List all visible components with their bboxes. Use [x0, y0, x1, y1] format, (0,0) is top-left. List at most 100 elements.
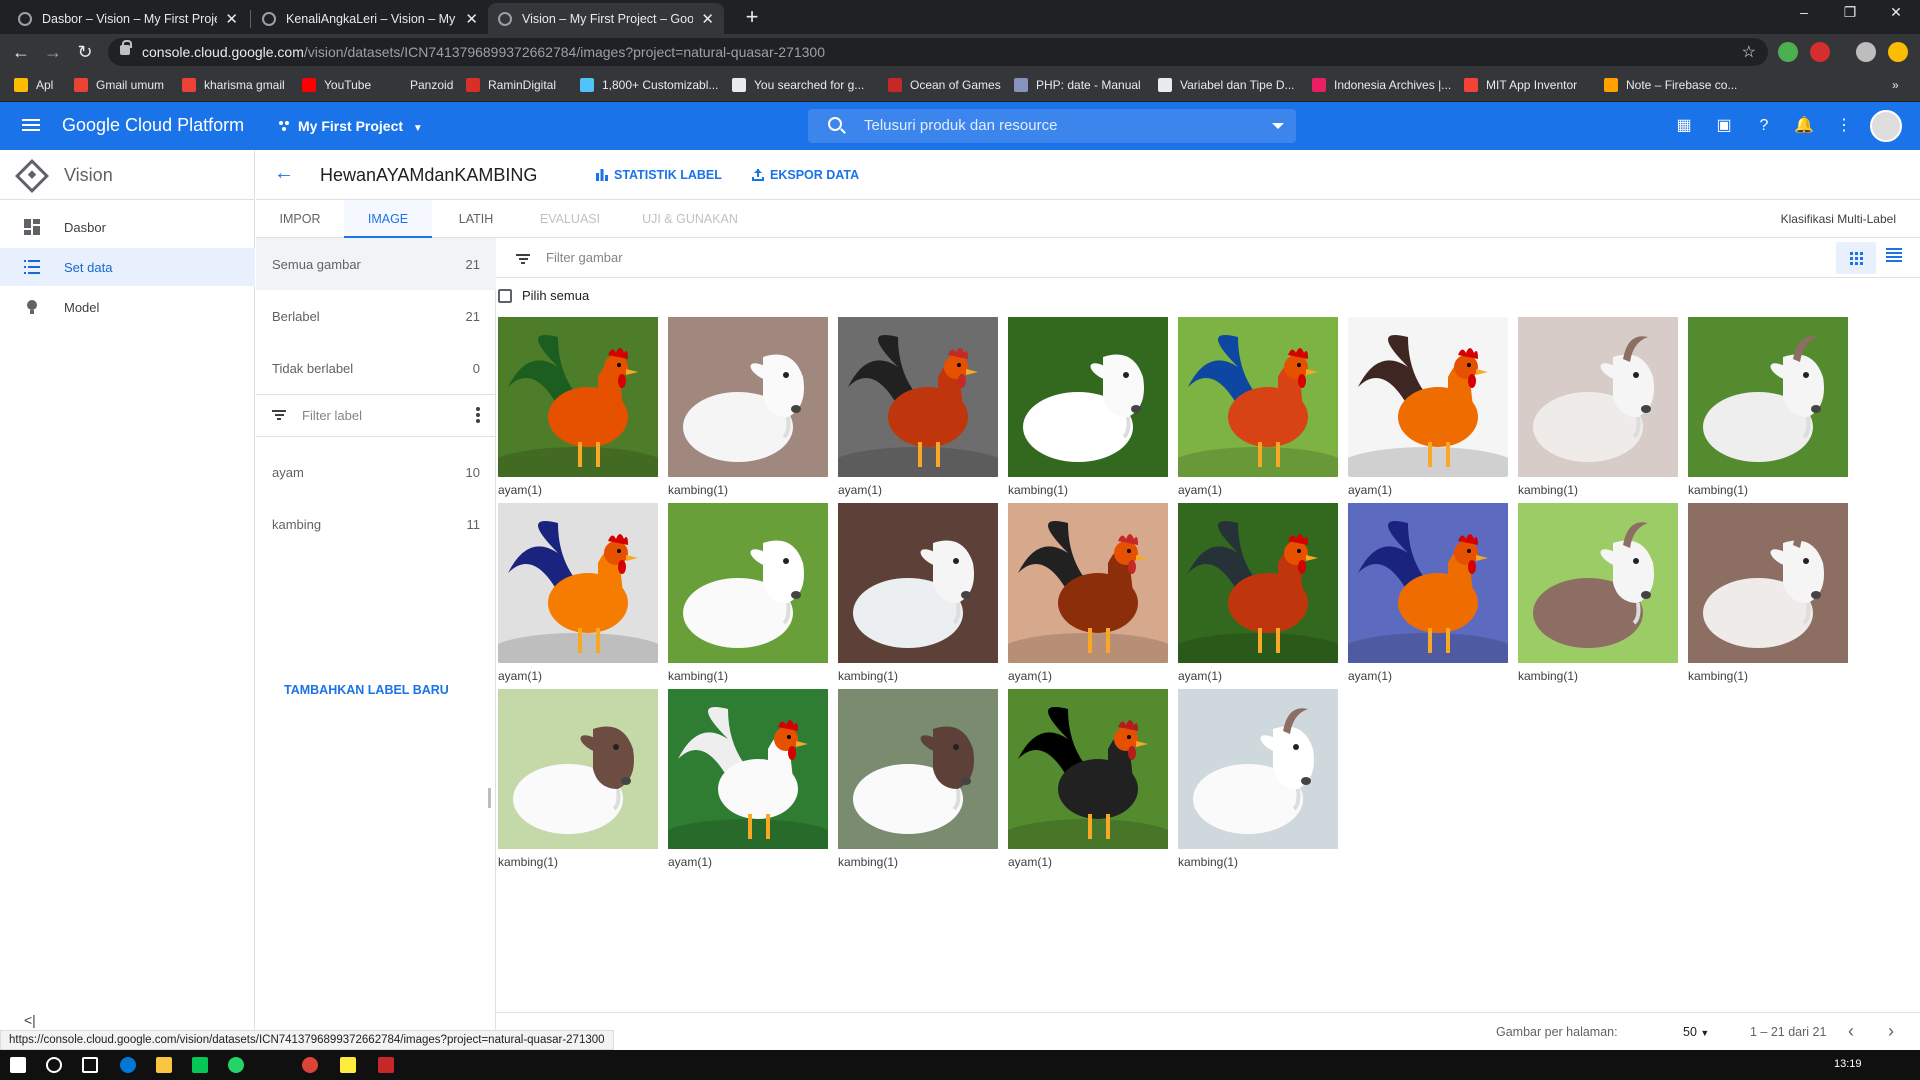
bookmark-item[interactable]: Ocean of Games — [888, 78, 1001, 92]
goat-image[interactable] — [1688, 503, 1848, 663]
label-item-kambing[interactable]: kambing 11 — [256, 498, 496, 550]
bookmark-item[interactable]: kharisma gmail — [182, 78, 285, 92]
goat-image[interactable] — [1518, 317, 1678, 477]
chicken-image[interactable] — [1178, 503, 1338, 663]
menu-icon[interactable] — [1888, 42, 1908, 62]
bookmark-item[interactable]: Gmail umum — [74, 78, 164, 92]
browser-tab[interactable]: KenaliAngkaLeri – Vision – My Fir ✕ — [252, 3, 488, 34]
tab-uji-gunakan[interactable]: UJI & GUNAKAN — [620, 200, 760, 238]
tab-image[interactable]: IMAGE — [344, 200, 432, 238]
image-card[interactable]: ayam(1) — [498, 503, 658, 685]
reload-icon[interactable]: ↻ — [72, 39, 98, 65]
previous-page-icon[interactable]: ‹ — [1848, 1021, 1854, 1042]
bookmark-item[interactable]: PHP: date - Manual — [1014, 78, 1141, 92]
chicken-image[interactable] — [1348, 503, 1508, 663]
back-arrow-icon[interactable]: ← — [274, 162, 294, 185]
image-card[interactable]: kambing(1) — [838, 503, 998, 685]
goat-image[interactable] — [498, 689, 658, 849]
windows-start-icon[interactable] — [10, 1057, 26, 1073]
sidebar-item-model[interactable]: Model — [0, 288, 255, 326]
project-selector[interactable]: My First Project ▼ — [298, 118, 423, 134]
per-page-select[interactable]: 50 ▼ — [1683, 1025, 1709, 1039]
filter-all-images[interactable]: Semua gambar 21 — [256, 238, 496, 290]
chicken-image[interactable] — [1008, 689, 1168, 849]
chicken-image[interactable] — [1178, 317, 1338, 477]
goat-image[interactable] — [838, 689, 998, 849]
minimize-button[interactable]: – — [1784, 4, 1824, 20]
image-card[interactable]: kambing(1) — [498, 689, 658, 871]
checkbox[interactable] — [498, 288, 512, 303]
tab-impor[interactable]: IMPOR — [256, 200, 344, 238]
line-icon[interactable] — [192, 1057, 208, 1073]
select-all-checkbox[interactable]: Pilih semua — [498, 288, 589, 303]
search-icon[interactable] — [46, 1057, 62, 1073]
close-tab-icon[interactable]: ✕ — [701, 10, 714, 28]
image-card[interactable]: kambing(1) — [668, 317, 828, 499]
image-card[interactable]: kambing(1) — [668, 503, 828, 685]
resize-handle[interactable] — [488, 788, 491, 808]
image-card[interactable]: ayam(1) — [1178, 503, 1338, 685]
close-tab-icon[interactable]: ✕ — [465, 10, 478, 28]
chicken-image[interactable] — [838, 317, 998, 477]
back-arrow-icon[interactable]: ← — [8, 39, 34, 65]
image-card[interactable]: kambing(1) — [1008, 317, 1168, 499]
chicken-image[interactable] — [1348, 317, 1508, 477]
sidebar-item-dasbor[interactable]: Dasbor — [0, 208, 255, 246]
image-card[interactable]: ayam(1) — [498, 317, 658, 499]
image-card[interactable]: kambing(1) — [1688, 503, 1848, 685]
chicken-image[interactable] — [668, 689, 828, 849]
sidebar-item-set-data[interactable]: Set data — [0, 248, 255, 286]
image-card[interactable]: ayam(1) — [1348, 503, 1508, 685]
tab-evaluasi[interactable]: EVALUASI — [520, 200, 620, 238]
browser-tab-active[interactable]: Vision – My First Project – Googl ✕ — [488, 3, 724, 34]
gift-icon[interactable]: ▦ — [1674, 116, 1694, 136]
bookmark-star-icon[interactable]: ☆ — [1742, 42, 1756, 62]
bookmark-item[interactable]: You searched for g... — [732, 78, 864, 92]
chicken-image[interactable] — [498, 317, 658, 477]
close-window-button[interactable]: ✕ — [1876, 4, 1916, 21]
avatar[interactable] — [1870, 110, 1902, 142]
profile-icon[interactable] — [1856, 42, 1876, 62]
tab-latih[interactable]: LATIH — [432, 200, 520, 238]
image-card[interactable]: ayam(1) — [1178, 317, 1338, 499]
image-card[interactable]: kambing(1) — [1178, 689, 1338, 871]
chicken-image[interactable] — [498, 503, 658, 663]
help-icon[interactable]: ? — [1754, 116, 1774, 136]
collapse-sidebar-icon[interactable]: <| — [24, 1012, 36, 1028]
image-card[interactable]: ayam(1) — [1348, 317, 1508, 499]
bookmark-item[interactable]: RaminDigital — [466, 78, 556, 92]
sticky-notes-icon[interactable] — [340, 1057, 356, 1073]
bookmark-item[interactable]: MIT App Inventor — [1464, 78, 1577, 92]
bookmark-item[interactable]: 1,800+ Customizabl... — [580, 78, 718, 92]
goat-image[interactable] — [668, 317, 828, 477]
task-view-icon[interactable] — [82, 1057, 98, 1073]
file-explorer-icon[interactable] — [156, 1057, 172, 1073]
goat-image[interactable] — [1008, 317, 1168, 477]
new-tab-button[interactable]: + — [738, 3, 766, 31]
filter-labeled[interactable]: Berlabel 21 — [256, 290, 496, 342]
bookmark-item[interactable]: Note – Firebase co... — [1604, 78, 1737, 92]
notifications-bell-icon[interactable]: 🔔 — [1794, 116, 1814, 136]
image-card[interactable]: kambing(1) — [1518, 503, 1678, 685]
whatsapp-icon[interactable] — [228, 1057, 244, 1073]
label-stats-button[interactable]: STATISTIK LABEL — [596, 168, 722, 182]
adblock-icon[interactable] — [1810, 42, 1830, 62]
filter-images-bar[interactable]: Filter gambar — [496, 238, 1920, 278]
address-bar[interactable]: console.cloud.google.com/vision/datasets… — [108, 38, 1768, 66]
next-page-icon[interactable]: › — [1888, 1021, 1894, 1042]
extension-icon[interactable] — [1778, 42, 1798, 62]
filter-label-input[interactable]: Filter label — [256, 395, 496, 435]
list-view-icon[interactable] — [1886, 248, 1902, 262]
goat-image[interactable] — [668, 503, 828, 663]
more-vert-icon[interactable]: ⋮ — [1834, 116, 1854, 136]
bookmark-item[interactable]: Apl — [14, 78, 53, 92]
filter-unlabeled[interactable]: Tidak berlabel 0 — [256, 342, 496, 394]
image-card[interactable]: kambing(1) — [1688, 317, 1848, 499]
close-tab-icon[interactable]: ✕ — [225, 10, 238, 28]
product-title[interactable]: Google Cloud Platform — [62, 115, 244, 136]
goat-image[interactable] — [838, 503, 998, 663]
image-card[interactable]: ayam(1) — [1008, 503, 1168, 685]
image-card[interactable]: ayam(1) — [668, 689, 828, 871]
chicken-image[interactable] — [1008, 503, 1168, 663]
image-card[interactable]: kambing(1) — [838, 689, 998, 871]
